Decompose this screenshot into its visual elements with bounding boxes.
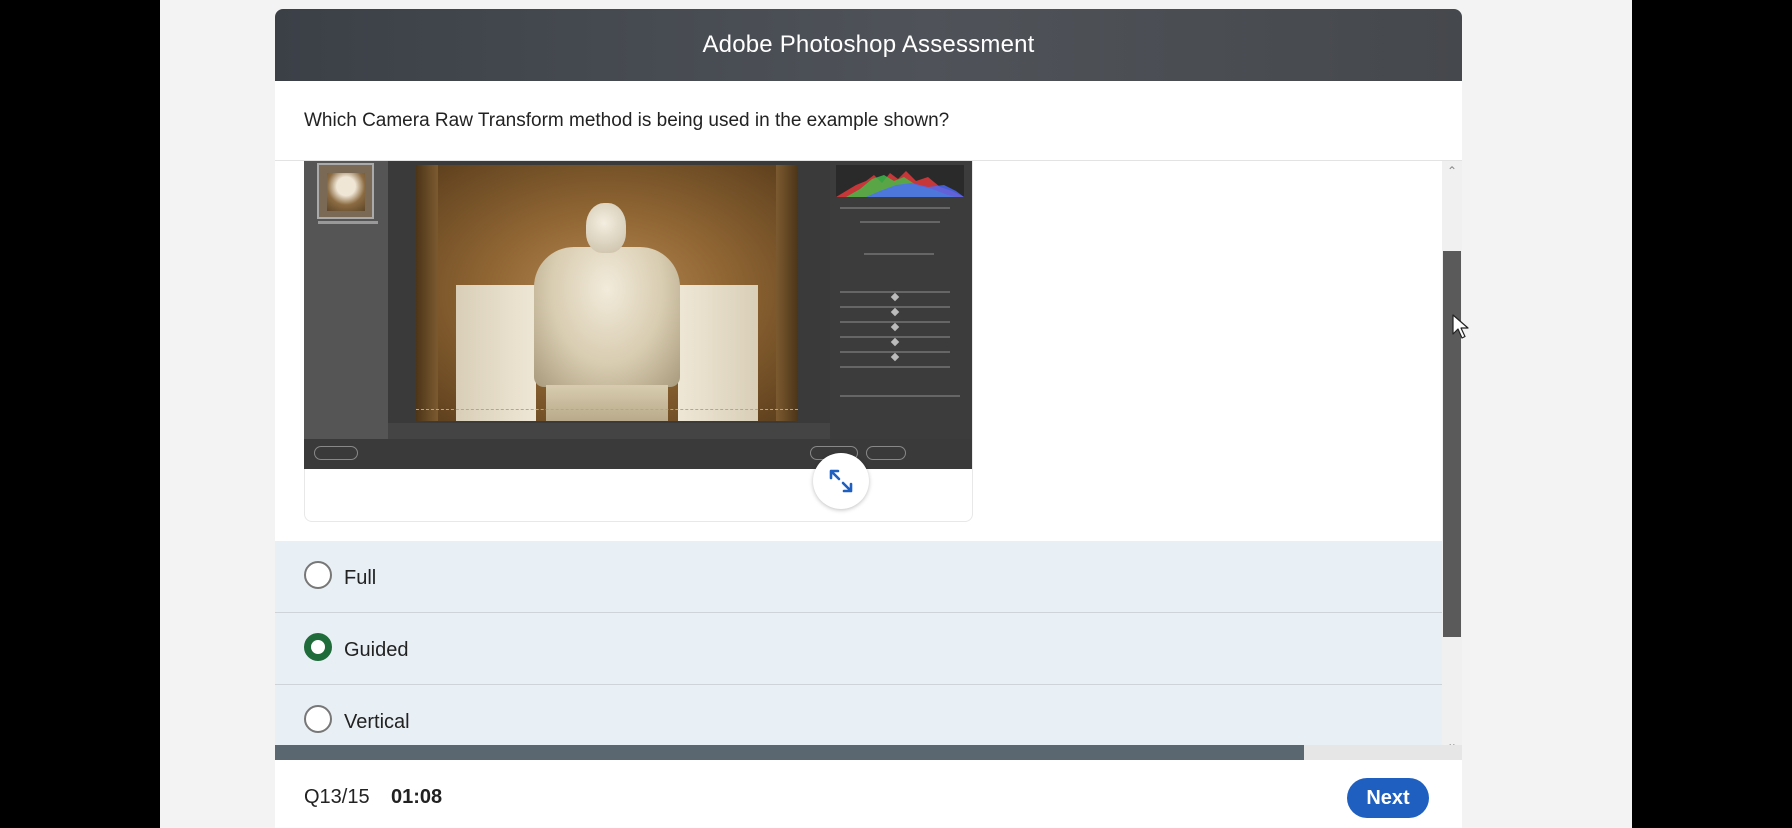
question-text: Which Camera Raw Transform method is bei… <box>304 109 950 131</box>
transform-panel <box>830 161 972 439</box>
next-button[interactable]: Next <box>1347 778 1429 818</box>
option-label-full: Full <box>344 567 377 589</box>
option-full[interactable]: Full <box>275 541 1442 613</box>
statue-photo <box>416 165 798 421</box>
preview-toolbar <box>388 423 830 439</box>
option-label-guided: Guided <box>344 639 409 661</box>
expand-arrows-icon <box>829 469 853 493</box>
timer: 01:08 <box>391 786 443 808</box>
assessment-card: Adobe Photoshop Assessment Which Camera … <box>275 9 1462 828</box>
content-scrollbar[interactable]: ⌃ ⌄ <box>1442 161 1462 753</box>
transform-guide-line <box>416 409 798 410</box>
radio-full[interactable] <box>304 561 332 589</box>
filmstrip <box>304 161 388 439</box>
question-row: Which Camera Raw Transform method is bei… <box>275 81 1462 161</box>
mouse-cursor-icon <box>1452 314 1469 339</box>
option-vertical[interactable]: Vertical <box>275 685 1442 753</box>
thumbnail-caption <box>318 221 378 224</box>
radio-vertical[interactable] <box>304 705 332 733</box>
question-content: Full Guided Vertical <box>275 161 1442 753</box>
footer-bar: Q13/15 01:08 Next <box>275 760 1462 828</box>
option-guided[interactable]: Guided <box>275 613 1442 685</box>
scroll-up-icon[interactable]: ⌃ <box>1442 161 1462 181</box>
progress-bar-fill <box>275 745 1305 760</box>
scrollbar-thumb[interactable] <box>1443 251 1461 637</box>
expand-image-button[interactable] <box>813 453 869 509</box>
option-label-vertical: Vertical <box>344 711 410 733</box>
header-bar: Adobe Photoshop Assessment <box>275 9 1462 81</box>
image-preview-area <box>388 161 830 439</box>
question-counter: Q13/15 <box>304 786 370 808</box>
camera-raw-screenshot <box>304 161 972 469</box>
camera-raw-bottom-bar <box>304 439 972 469</box>
histogram <box>836 165 964 197</box>
answer-options: Full Guided Vertical <box>275 541 1442 753</box>
radio-guided[interactable] <box>304 633 332 661</box>
page-title: Adobe Photoshop Assessment <box>702 31 1035 58</box>
filmstrip-thumbnail <box>317 163 374 219</box>
progress-bar <box>275 745 1462 760</box>
